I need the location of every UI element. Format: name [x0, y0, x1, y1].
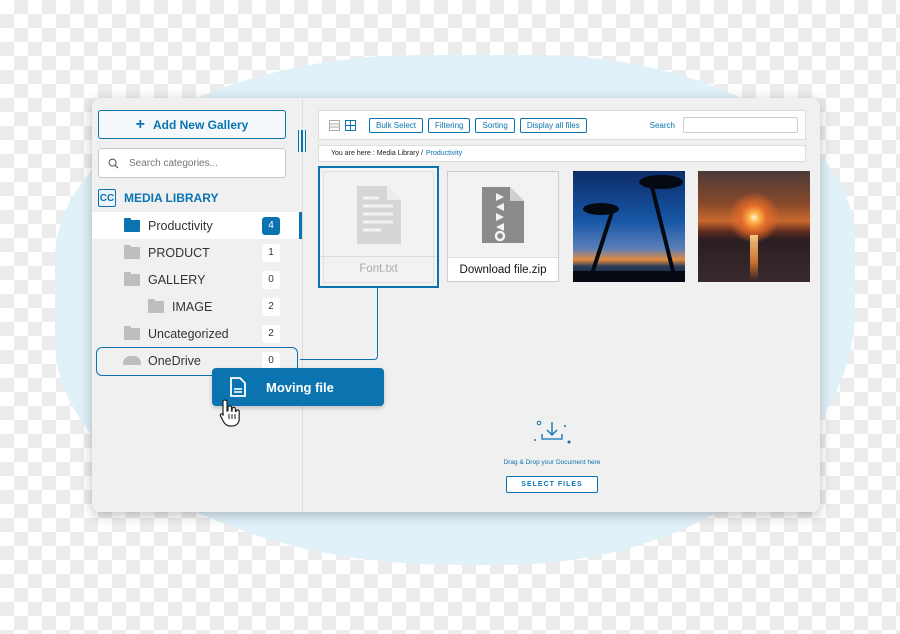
category-item-product[interactable]: PRODUCT 1: [92, 239, 302, 266]
drag-connector-line: [300, 288, 378, 360]
image-tile-palm-beach[interactable]: [573, 171, 685, 282]
category-count-badge: 2: [262, 324, 280, 343]
folder-icon: [124, 271, 140, 286]
toolbar: Bulk Select Filtering Sorting Display al…: [318, 110, 806, 140]
category-item-productivity[interactable]: Productivity 4: [92, 212, 302, 239]
category-count-badge: 2: [262, 297, 280, 316]
image-tile-sunset-sea[interactable]: [698, 171, 810, 282]
breadcrumb-current[interactable]: Productivity: [426, 150, 462, 157]
category-label: PRODUCT: [148, 245, 210, 260]
select-files-button[interactable]: SELECT FILES: [506, 476, 598, 493]
search-categories-input[interactable]: [127, 156, 281, 170]
bulk-select-button[interactable]: Bulk Select: [369, 117, 424, 133]
download-tray-icon: [534, 420, 571, 444]
media-library-logo-icon: CC: [98, 189, 116, 207]
palm-tree-silhouette: [588, 212, 614, 280]
palm-fronds: [639, 175, 683, 189]
category-label: IMAGE: [172, 299, 213, 314]
category-count-badge: 1: [262, 243, 280, 262]
folder-icon: [124, 217, 140, 232]
category-label: GALLERY: [148, 272, 206, 287]
category-label: Productivity: [148, 218, 213, 233]
palm-tree-silhouette: [648, 182, 678, 280]
grid-view-icon[interactable]: [345, 119, 356, 131]
zip-file-icon: [482, 187, 524, 243]
file-tile-font-txt[interactable]: Font.txt: [318, 166, 439, 288]
category-item-uncategorized[interactable]: Uncategorized 2: [92, 320, 302, 347]
folder-icon: [148, 298, 164, 313]
add-new-gallery-button[interactable]: + Add New Gallery: [98, 110, 286, 139]
breadcrumb: You are here : Media Library / Productiv…: [318, 145, 806, 162]
breadcrumb-path[interactable]: Media Library /: [377, 150, 423, 157]
file-tile-download-zip[interactable]: Download file.zip: [447, 171, 559, 282]
category-count-badge: 4: [262, 216, 280, 235]
document-icon: [230, 377, 246, 397]
hand-cursor-icon: [219, 399, 240, 427]
display-all-files-button[interactable]: Display all files: [519, 117, 587, 133]
folder-icon: [124, 244, 140, 259]
moving-file-label: Moving file: [266, 379, 334, 395]
resize-handle[interactable]: [298, 130, 306, 152]
drop-zone-text: Drag & Drop your Document here: [503, 459, 601, 466]
category-item-image[interactable]: IMAGE 2: [92, 293, 302, 320]
media-library-window: + Add New Gallery CC MEDIA LIBRARY Produ…: [92, 98, 820, 512]
sidebar: + Add New Gallery CC MEDIA LIBRARY Produ…: [92, 98, 302, 512]
file-name: Download file.zip: [448, 257, 558, 281]
search-icon: [108, 158, 119, 169]
search-categories-field[interactable]: [98, 148, 286, 178]
search-input[interactable]: [683, 117, 798, 133]
sun-reflection: [750, 235, 758, 280]
category-item-gallery[interactable]: GALLERY 0: [92, 266, 302, 293]
category-label: Uncategorized: [148, 326, 229, 341]
file-name: Font.txt: [320, 256, 437, 280]
filtering-button[interactable]: Filtering: [428, 117, 471, 133]
add-gallery-label: Add New Gallery: [152, 117, 249, 132]
folder-icon: [124, 325, 140, 340]
drop-zone[interactable]: Drag & Drop your Document here SELECT FI…: [482, 420, 622, 493]
list-view-icon[interactable]: [329, 119, 340, 131]
media-library-title: MEDIA LIBRARY: [124, 191, 219, 205]
media-library-header[interactable]: CC MEDIA LIBRARY: [98, 189, 218, 207]
beach-shore: [573, 271, 685, 282]
sorting-button[interactable]: Sorting: [475, 117, 515, 133]
plus-icon: +: [135, 115, 145, 133]
breadcrumb-prefix: You are here :: [331, 150, 375, 157]
palm-fronds: [583, 203, 619, 215]
text-file-icon: [357, 186, 401, 244]
category-count-badge: 0: [262, 270, 280, 289]
search-label: Search: [649, 120, 675, 130]
